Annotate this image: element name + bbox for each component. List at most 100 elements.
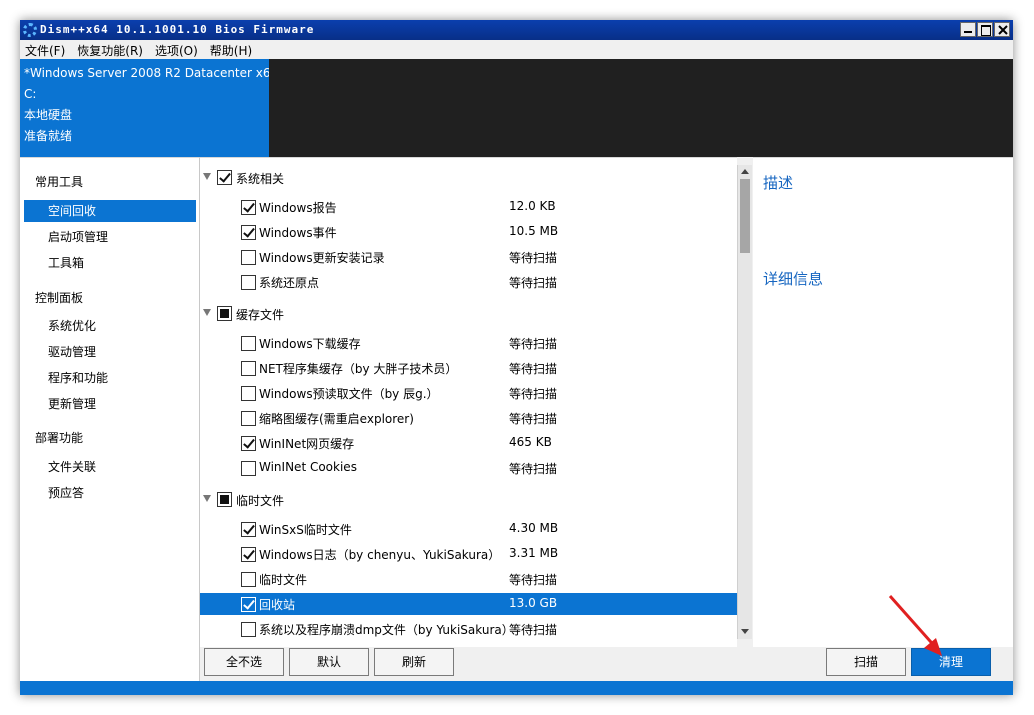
default-button[interactable]: 默认 [289, 648, 369, 676]
list-item[interactable]: Windows事件 10.5 MB [200, 221, 737, 243]
item-size: 等待扫描 [509, 573, 558, 587]
item-checkbox[interactable] [241, 386, 256, 401]
details-title: 详细信息 [763, 270, 824, 288]
list-item[interactable]: Windows预读取文件（by 辰g.） 等待扫描 [200, 382, 737, 404]
list-item[interactable]: WinINet Cookies 等待扫描 [200, 457, 737, 479]
nav-item-programs-features[interactable]: 程序和功能 [24, 367, 196, 389]
nav-item-startup-manager[interactable]: 启动项管理 [24, 226, 196, 248]
item-size: 等待扫描 [509, 623, 558, 637]
list-item[interactable]: NET程序集缓存（by 大胖子技术员） 等待扫描 [200, 357, 737, 379]
item-label: 缩略图缓存(需重启explorer) [259, 412, 414, 426]
nav-item-driver-manager[interactable]: 驱动管理 [24, 341, 196, 363]
system-status: 准备就绪 [24, 129, 73, 143]
menu-restore[interactable]: 恢复功能(R) [76, 40, 150, 59]
item-checkbox[interactable] [241, 225, 256, 240]
description-panel: 描述 详细信息 [753, 157, 1013, 647]
item-label: Windows下载缓存 [259, 337, 361, 351]
scroll-thumb[interactable] [740, 179, 750, 253]
item-checkbox[interactable] [241, 597, 256, 612]
scroll-down-icon[interactable] [738, 625, 752, 639]
nav-group-common-tools: 常用工具 [35, 175, 84, 189]
group-header-system[interactable]: 系统相关 [200, 167, 737, 189]
group-checkbox[interactable] [217, 170, 232, 185]
item-label: WinSxS临时文件 [259, 523, 352, 537]
list-item[interactable]: Windows更新安装记录 等待扫描 [200, 246, 737, 268]
item-size: 等待扫描 [509, 337, 558, 351]
scroll-up-icon[interactable] [738, 165, 752, 179]
item-label: NET程序集缓存（by 大胖子技术员） [259, 362, 458, 376]
item-size: 等待扫描 [509, 462, 558, 476]
menu-options[interactable]: 选项(O) [154, 40, 205, 59]
nav-item-toolbox[interactable]: 工具箱 [24, 252, 196, 274]
nav-group-deploy: 部署功能 [35, 431, 84, 445]
app-window: Dism++x64 10.1.1001.10 Bios Firmware 文件(… [20, 20, 1013, 695]
item-size: 465 KB [509, 435, 552, 449]
nav-item-space-reclaim[interactable]: 空间回收 [24, 200, 196, 222]
list-item[interactable]: Windows日志（by chenyu、YukiSakura） 3.31 MB [200, 543, 737, 565]
list-item[interactable]: 缩略图缓存(需重启explorer) 等待扫描 [200, 407, 737, 429]
left-nav: 常用工具 空间回收 启动项管理 工具箱 控制面板 系统优化 驱动管理 程序和功能… [20, 157, 200, 681]
status-bar [20, 681, 1013, 695]
group-header-cache[interactable]: 缓存文件 [200, 303, 737, 325]
refresh-button[interactable]: 刷新 [374, 648, 454, 676]
menu-help[interactable]: 帮助(H) [209, 40, 259, 59]
nav-item-file-association[interactable]: 文件关联 [24, 456, 196, 478]
item-checkbox[interactable] [241, 275, 256, 290]
title-bar[interactable]: Dism++x64 10.1.1001.10 Bios Firmware [20, 20, 1013, 40]
list-item[interactable]: 临时文件 等待扫描 [200, 568, 737, 590]
nav-item-system-optimize[interactable]: 系统优化 [24, 315, 196, 337]
item-size: 12.0 KB [509, 199, 556, 213]
cleanup-list: 系统相关 Windows报告 12.0 KB Windows事件 10.5 MB… [200, 157, 737, 647]
maximize-button[interactable] [977, 22, 993, 37]
item-label: Windows预读取文件（by 辰g.） [259, 387, 439, 401]
list-item[interactable]: WinSxS临时文件 4.30 MB [200, 518, 737, 540]
item-checkbox[interactable] [241, 436, 256, 451]
list-item[interactable]: 系统还原点 等待扫描 [200, 271, 737, 293]
select-none-button[interactable]: 全不选 [204, 648, 284, 676]
list-scrollbar[interactable] [737, 165, 752, 639]
item-checkbox[interactable] [241, 622, 256, 637]
item-label: 系统以及程序崩溃dmp文件（by YukiSakura） [259, 623, 514, 637]
description-title: 描述 [763, 174, 794, 192]
list-item[interactable]: 系统以及程序崩溃dmp文件（by YukiSakura） 等待扫描 [200, 618, 737, 640]
item-label: Windows更新安装记录 [259, 251, 385, 265]
item-size: 10.5 MB [509, 224, 559, 238]
system-list-area [269, 59, 1013, 157]
item-checkbox[interactable] [241, 461, 256, 476]
item-checkbox[interactable] [241, 361, 256, 376]
item-checkbox[interactable] [241, 572, 256, 587]
group-checkbox[interactable] [217, 492, 232, 507]
item-size: 3.31 MB [509, 546, 559, 560]
list-item-selected[interactable]: 回收站 13.0 GB [200, 593, 737, 615]
item-size: 13.0 GB [509, 596, 558, 610]
item-checkbox[interactable] [241, 522, 256, 537]
item-checkbox[interactable] [241, 336, 256, 351]
nav-item-update-manager[interactable]: 更新管理 [24, 393, 196, 415]
group-checkbox[interactable] [217, 306, 232, 321]
item-checkbox[interactable] [241, 547, 256, 562]
list-item[interactable]: Windows下载缓存 等待扫描 [200, 332, 737, 354]
close-icon [998, 25, 1008, 35]
item-checkbox[interactable] [241, 200, 256, 215]
system-drive: C: [24, 87, 37, 101]
group-header-temp[interactable]: 临时文件 [200, 489, 737, 511]
list-item[interactable]: Windows报告 12.0 KB [200, 196, 737, 218]
minimize-button[interactable] [960, 22, 976, 37]
item-label: Windows日志（by chenyu、YukiSakura） [259, 548, 501, 562]
nav-item-answer-file[interactable]: 预应答 [24, 482, 196, 504]
annotation-arrow-icon [888, 595, 942, 656]
close-button[interactable] [994, 22, 1010, 37]
menu-file[interactable]: 文件(F) [24, 40, 72, 59]
system-info-panel[interactable]: *Windows Server 2008 R2 Datacenter x64 C… [20, 59, 279, 157]
item-label: Windows事件 [259, 226, 337, 240]
item-label: WinINet Cookies [259, 460, 357, 474]
item-checkbox[interactable] [241, 250, 256, 265]
item-checkbox[interactable] [241, 411, 256, 426]
list-item[interactable]: WinINet网页缓存 465 KB [200, 432, 737, 454]
collapse-arrow-icon[interactable] [203, 309, 211, 316]
collapse-arrow-icon[interactable] [203, 173, 211, 180]
collapse-arrow-icon[interactable] [203, 495, 211, 502]
window-controls [960, 22, 1010, 37]
system-name: *Windows Server 2008 R2 Datacenter x64 [24, 66, 279, 80]
group-label: 缓存文件 [236, 308, 285, 322]
